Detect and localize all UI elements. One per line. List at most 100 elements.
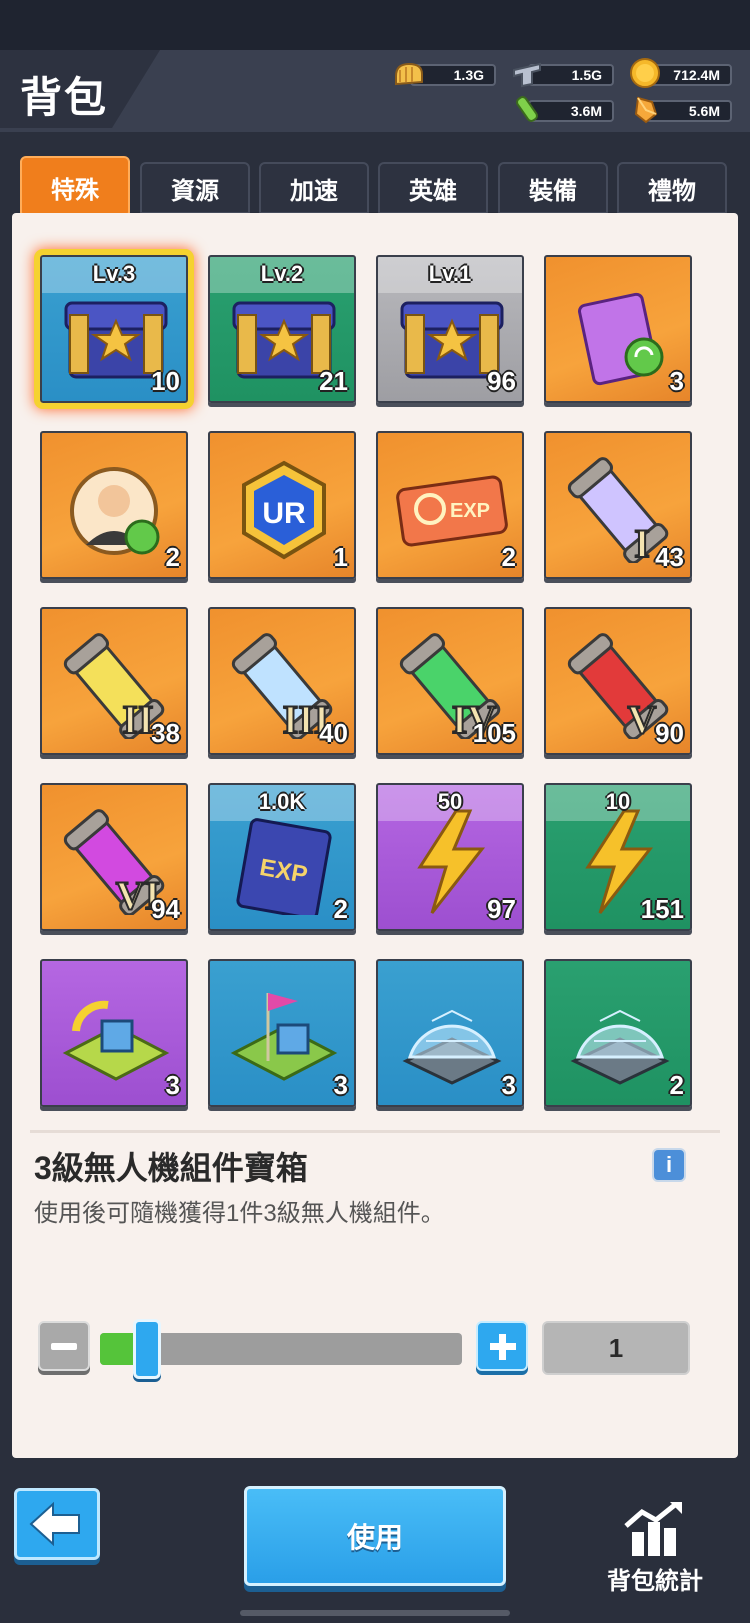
inventory-panel: Lv.3 10 Lv.2 21 Lv.1 96 3 2 UR 1 EXP 2 I 43 II 38 III 40 I… xyxy=(12,213,738,1458)
item-quantity: 3 xyxy=(333,1070,348,1100)
tab-equipment[interactable]: 裝備 xyxy=(498,162,608,214)
tab-resources[interactable]: 資源 xyxy=(140,162,250,214)
home-indicator xyxy=(240,1610,510,1616)
skill-book-reset-icon xyxy=(577,292,664,386)
svg-text:V: V xyxy=(628,697,657,739)
item-level: 10 xyxy=(605,789,631,814)
inventory-item[interactable]: 3 xyxy=(40,959,188,1107)
minus-icon xyxy=(51,1342,77,1350)
item-quantity: 151 xyxy=(640,894,684,924)
inventory-item[interactable]: V 90 xyxy=(544,607,692,755)
item-level: 50 xyxy=(437,789,463,814)
status-strip xyxy=(0,0,750,50)
divider xyxy=(30,1130,720,1133)
base-flag-icon xyxy=(230,993,338,1081)
item-level: Lv.2 xyxy=(260,261,304,286)
item-quantity: 10 xyxy=(151,366,180,396)
inventory-item[interactable]: EXP 1.0K 2 xyxy=(208,783,356,931)
shield-dome-icon xyxy=(402,1009,502,1085)
resource-crystal[interactable]: 5.6M xyxy=(628,96,732,124)
back-arrow-icon xyxy=(29,1501,80,1547)
tab-heroes[interactable]: 英雄 xyxy=(378,162,488,214)
inventory-item[interactable]: Lv.3 10 xyxy=(34,249,194,409)
item-quantity: 94 xyxy=(151,894,180,924)
item-quantity: 43 xyxy=(655,542,684,572)
back-button[interactable] xyxy=(14,1488,100,1560)
green-vial-icon xyxy=(516,96,538,122)
item-quantity: 3 xyxy=(501,1070,516,1100)
inventory-item[interactable]: II 38 xyxy=(40,607,188,755)
exp-reset-ticket-icon: EXP xyxy=(396,475,508,547)
resource-vial[interactable]: 3.6M xyxy=(510,96,614,122)
quantity-slider[interactable] xyxy=(100,1319,462,1379)
resource-gold[interactable]: 712.4M xyxy=(628,58,732,88)
item-quantity: 2 xyxy=(165,542,180,572)
inventory-item[interactable]: UR 1 xyxy=(208,431,356,579)
svg-text:UR: UR xyxy=(262,497,306,530)
item-quantity: 96 xyxy=(487,366,516,396)
inventory-item[interactable]: 3 xyxy=(208,959,356,1107)
inventory-item[interactable]: Lv.2 21 xyxy=(208,255,356,403)
item-level: Lv.3 xyxy=(92,261,136,286)
category-tabs: 特殊 資源 加速 英雄 裝備 禮物 xyxy=(20,156,730,230)
item-quantity: 40 xyxy=(319,718,348,748)
item-quantity: 2 xyxy=(501,542,516,572)
bread-icon xyxy=(395,62,423,86)
inventory-item[interactable]: 50 97 xyxy=(376,783,524,931)
resource-iron[interactable]: 1.5G xyxy=(510,62,614,88)
resource-bread[interactable]: 1.3G xyxy=(392,62,496,86)
inventory-item[interactable]: Lv.1 96 xyxy=(376,255,524,403)
tab-speedup[interactable]: 加速 xyxy=(259,162,369,214)
tab-special[interactable]: 特殊 xyxy=(20,156,130,230)
svg-text:I: I xyxy=(634,521,650,563)
item-quantity: 38 xyxy=(151,718,180,748)
quantity-field[interactable]: 1 xyxy=(542,1321,690,1375)
shield-dome-icon xyxy=(570,1009,670,1085)
tab-gifts[interactable]: 禮物 xyxy=(617,162,727,214)
exp-book-icon: EXP xyxy=(236,818,332,915)
item-level: 1.0K xyxy=(258,789,306,814)
svg-text:EXP: EXP xyxy=(450,500,490,522)
item-quantity: 90 xyxy=(655,718,684,748)
inventory-item[interactable]: EXP 2 xyxy=(376,431,524,579)
iron-ingot-icon xyxy=(513,62,541,88)
item-quantity: 3 xyxy=(165,1070,180,1100)
use-button[interactable]: 使用 xyxy=(244,1486,506,1586)
inventory-stats-label: 背包統計 xyxy=(607,1568,703,1595)
inventory-stats-button[interactable]: 背包統計 xyxy=(590,1498,720,1598)
bottom-bar: 使用 背包統計 xyxy=(0,1458,750,1623)
hero-reset-icon xyxy=(70,467,160,555)
info-button[interactable]: i xyxy=(652,1148,686,1182)
inventory-item[interactable]: 2 xyxy=(544,959,692,1107)
item-quantity: 1 xyxy=(333,542,348,572)
item-grid: Lv.3 10 Lv.2 21 Lv.1 96 3 2 UR 1 EXP 2 I 43 II 38 III 40 I… xyxy=(34,249,712,1125)
increase-button[interactable] xyxy=(476,1321,528,1371)
item-quantity: 97 xyxy=(487,894,516,924)
bar-chart-icon xyxy=(624,1502,682,1556)
item-quantity: 3 xyxy=(669,366,684,396)
inventory-item[interactable]: 3 xyxy=(376,959,524,1107)
item-level: Lv.1 xyxy=(428,261,472,286)
inventory-item[interactable]: 3 xyxy=(544,255,692,403)
header: 背包 1.3G 1.5G 712.4M 3.6M 5.6M xyxy=(0,50,750,132)
inventory-item[interactable]: IV 105 xyxy=(376,607,524,755)
page-title: 背包 xyxy=(20,74,109,121)
decrease-button[interactable] xyxy=(38,1321,90,1371)
inventory-item[interactable]: VI 94 xyxy=(40,783,188,931)
crystal-shard-icon xyxy=(634,96,658,124)
ur-badge-icon: UR xyxy=(242,460,326,560)
inventory-item[interactable]: I 43 xyxy=(544,431,692,579)
inventory-item[interactable]: 2 xyxy=(40,431,188,579)
info-icon: i xyxy=(665,1152,673,1177)
inventory-item[interactable]: 10 151 xyxy=(544,783,692,931)
slider-handle[interactable] xyxy=(133,1319,161,1379)
base-relocate-icon xyxy=(62,1000,170,1081)
svg-text:II: II xyxy=(122,697,153,739)
item-quantity: 2 xyxy=(669,1070,684,1100)
selected-item-name: 3級無人機組件寶箱 xyxy=(34,1150,308,1186)
inventory-item[interactable]: III 40 xyxy=(208,607,356,755)
item-quantity: 21 xyxy=(319,366,348,396)
gold-coin-icon xyxy=(630,58,660,88)
item-quantity: 2 xyxy=(333,894,348,924)
selected-item-description: 使用後可隨機獲得1件3級無人機組件。 xyxy=(34,1200,445,1227)
